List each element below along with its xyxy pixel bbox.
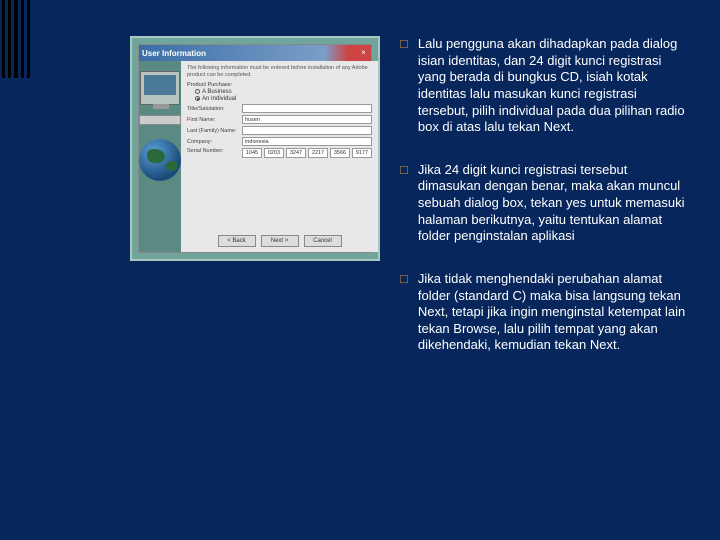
bullet-text-1: Lalu pengguna akan dihadapkan pada dialo… (418, 36, 690, 136)
company-input[interactable]: indonesia (242, 137, 372, 146)
slide-content: User Information × The following informa… (130, 36, 690, 380)
cancel-button[interactable]: Cancel (304, 235, 342, 247)
bullet-icon: □ (400, 162, 408, 245)
close-icon[interactable]: × (358, 47, 369, 58)
radio-group-label: Product Purchase: (187, 82, 372, 88)
title-label: Title/Salutation: (187, 106, 239, 112)
keyboard-icon (139, 115, 181, 125)
dialog-window: User Information × The following informa… (138, 44, 372, 253)
radio-individual[interactable]: An Individual (195, 96, 372, 102)
list-item: □ Jika tidak menghendaki perubahan alama… (400, 271, 690, 354)
bullet-list: □ Lalu pengguna akan dihadapkan pada dia… (400, 36, 690, 380)
list-item: □ Jika 24 digit kunci registrasi tersebu… (400, 162, 690, 245)
globe-icon (139, 139, 181, 181)
dialog-form-area: The following information must be entere… (181, 61, 378, 252)
serial-number-group: 1045 0203 3247 2217 3566 9177 (242, 148, 372, 158)
serial-box-5[interactable]: 3566 (330, 148, 350, 158)
first-name-label: First Name: (187, 117, 239, 123)
serial-box-2[interactable]: 0203 (264, 148, 284, 158)
serial-box-3[interactable]: 3247 (286, 148, 306, 158)
installer-dialog-screenshot: User Information × The following informa… (130, 36, 380, 261)
list-item: □ Lalu pengguna akan dihadapkan pada dia… (400, 36, 690, 136)
last-name-label: Last (Family) Name: (187, 128, 239, 134)
bullet-text-2: Jika 24 digit kunci registrasi tersebut … (418, 162, 690, 245)
monitor-icon (140, 71, 180, 105)
last-name-input[interactable] (242, 126, 372, 135)
serial-box-1[interactable]: 1045 (242, 148, 262, 158)
window-title: User Information (142, 49, 206, 58)
decorative-stripes (0, 0, 30, 78)
bullet-text-3: Jika tidak menghendaki perubahan alamat … (418, 271, 690, 354)
company-label: Company: (187, 139, 239, 145)
serial-label: Serial Number: (187, 148, 239, 154)
radio-business[interactable]: A Business (195, 89, 372, 95)
first-name-input[interactable]: husen (242, 115, 372, 124)
titlebar: User Information × (139, 45, 371, 61)
back-button[interactable]: < Back (218, 235, 256, 247)
title-input[interactable] (242, 104, 372, 113)
next-button[interactable]: Next > (261, 235, 299, 247)
serial-box-4[interactable]: 2217 (308, 148, 328, 158)
dialog-button-row: < Back Next > Cancel (181, 235, 378, 247)
serial-box-6[interactable]: 9177 (352, 148, 372, 158)
bullet-icon: □ (400, 36, 408, 136)
dialog-sidebar-graphic (139, 61, 181, 252)
help-text: The following information must be entere… (187, 65, 372, 78)
bullet-icon: □ (400, 271, 408, 354)
